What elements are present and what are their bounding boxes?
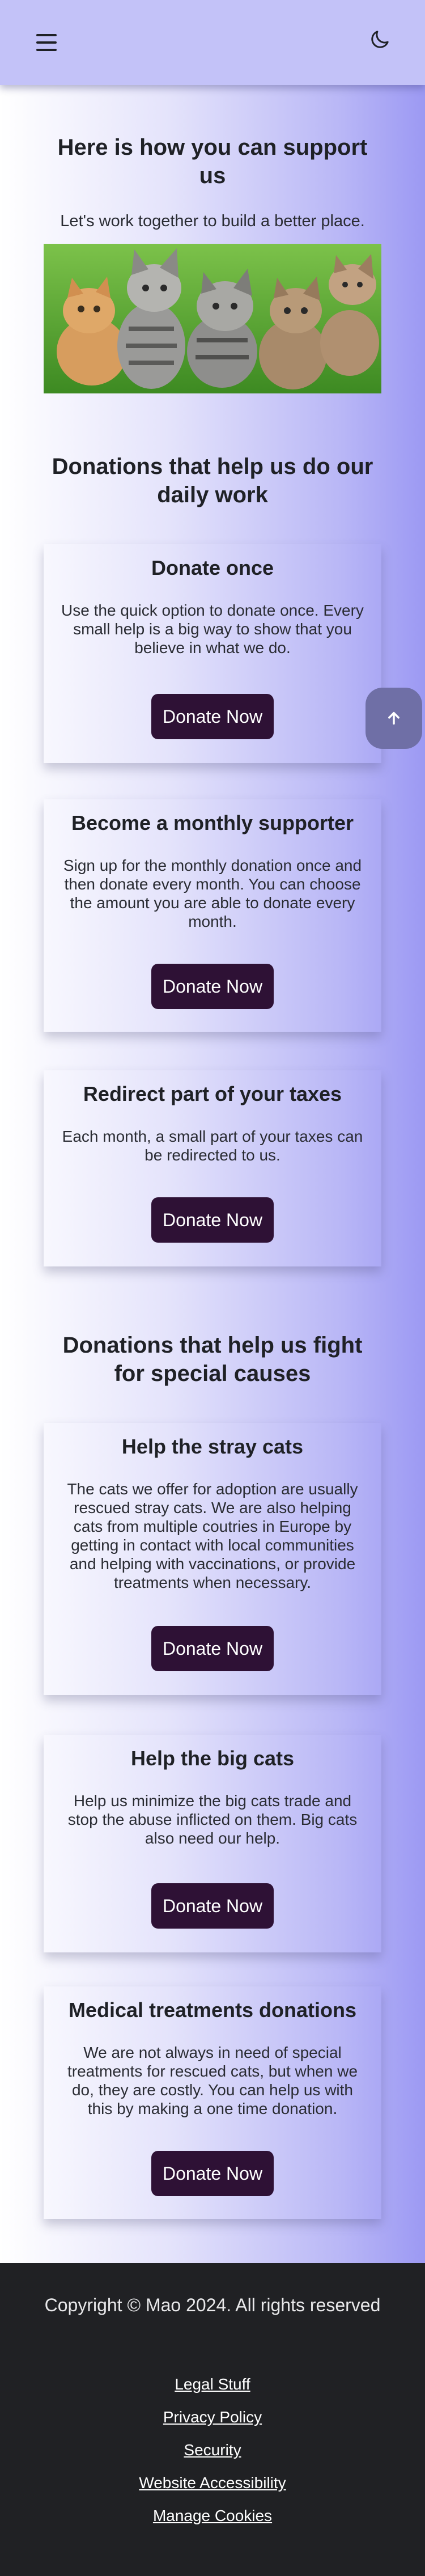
top-header <box>0 0 425 85</box>
stray-cats-card: Help the stray cats The cats we offer fo… <box>44 1423 381 1695</box>
medical-treatments-card: Medical treatments donations We are not … <box>44 1986 381 2219</box>
main-content: Here is how you can support us Let's wor… <box>0 85 425 2263</box>
manage-cookies-link[interactable]: Manage Cookies <box>0 2506 425 2526</box>
medical-donate-button[interactable]: Donate Now <box>151 2151 274 2196</box>
special-causes-title: Donations that help us fight for special… <box>62 1333 363 1386</box>
monthly-donate-button[interactable]: Donate Now <box>151 964 274 1009</box>
arrow-up-icon <box>388 711 400 725</box>
footer: Copyright © Mao 2024. All rights reserve… <box>0 2263 425 2576</box>
card-title: Become a monthly supporter <box>71 811 354 834</box>
card-text: The cats we offer for adoption are usual… <box>67 1480 358 1591</box>
stray-cats-donate-button[interactable]: Donate Now <box>151 1626 274 1671</box>
card-text: Help us minimize the big cats trade and … <box>67 1792 358 1847</box>
legal-stuff-link[interactable]: Legal Stuff <box>0 2374 425 2395</box>
security-link[interactable]: Security <box>0 2440 425 2460</box>
card-text: Sign up for the monthly donation once an… <box>63 857 362 930</box>
website-accessibility-link[interactable]: Website Accessibility <box>0 2473 425 2493</box>
page: Here is how you can support us Let's wor… <box>0 0 425 2576</box>
moon-icon[interactable] <box>368 28 391 51</box>
hamburger-menu-icon[interactable] <box>36 34 57 51</box>
card-title: Help the stray cats <box>121 1435 304 1458</box>
support-subtitle: Let's work together to build a better pl… <box>60 212 365 230</box>
taxes-donate-button[interactable]: Donate Now <box>151 1197 274 1243</box>
card-title: Help the big cats <box>130 1747 295 1770</box>
big-cats-donate-button[interactable]: Donate Now <box>151 1883 274 1929</box>
card-text: We are not always in need of special tre… <box>67 2044 358 2117</box>
daily-donations-title: Donations that help us do our daily work <box>52 454 373 507</box>
donate-once-button[interactable]: Donate Now <box>151 694 274 739</box>
scroll-to-top-button[interactable] <box>366 688 422 749</box>
privacy-policy-link[interactable]: Privacy Policy <box>0 2407 425 2427</box>
donate-once-card: Donate once Use the quick option to dona… <box>44 544 381 763</box>
monthly-supporter-card: Become a monthly supporter Sign up for t… <box>44 799 381 1032</box>
big-cats-card: Help the big cats Help us minimize the b… <box>44 1735 381 1952</box>
card-title: Medical treatments donations <box>68 1998 357 2022</box>
kittens-photo <box>44 244 381 393</box>
copyright-text: Copyright © Mao 2024. All rights reserve… <box>44 2295 381 2315</box>
card-text: Each month, a small part of your taxes c… <box>62 1128 363 1164</box>
redirect-taxes-card: Redirect part of your taxes Each month, … <box>44 1070 381 1266</box>
card-title: Donate once <box>151 556 274 579</box>
card-title: Redirect part of your taxes <box>83 1082 342 1105</box>
support-title: Here is how you can support us <box>57 135 368 188</box>
card-text: Use the quick option to donate once. Eve… <box>61 601 364 656</box>
